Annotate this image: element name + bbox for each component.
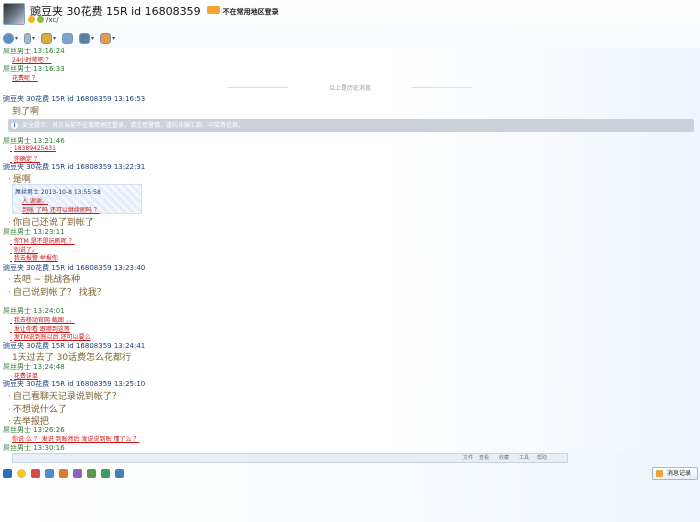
quote-text: 到账 了吗 还可以继续刷吗 ？ (22, 207, 100, 214)
send-file-button[interactable]: ▾ (41, 33, 56, 44)
menu-item-view[interactable]: 查看 (479, 454, 489, 462)
security-notice-text: 安全提示：对方当前不在常用地区登录，请注意警惕，谨防诈骗汇款、中奖等信息。 (22, 122, 245, 129)
quote-text: 人 谢谢。 (22, 198, 48, 205)
security-notice: i 安全提示：对方当前不在常用地区登录，请注意警惕，谨防诈骗汇款、中奖等信息。 (8, 119, 694, 132)
message-text: · 去吧 ~ 挑战各种 (8, 275, 81, 285)
history-icon (656, 470, 663, 477)
mic-icon (24, 33, 32, 44)
chevron-down-icon[interactable]: ▾ (91, 35, 94, 42)
window-title: 豌豆夹 30花费 15R id 16808359 不在常用地区登录 (30, 3, 279, 19)
window-header: 豌豆夹 30花费 15R id 16808359 不在常用地区登录 /xc/ ▾ … (0, 0, 700, 48)
message-text: · 18389425431 (10, 145, 56, 152)
main-toolbar: ▾ ▾ ▾ ▾ ▾ (3, 32, 121, 45)
folder-icon (41, 33, 53, 44)
music-icon[interactable] (101, 469, 110, 478)
avatar[interactable] (3, 3, 25, 25)
quote-header: 屌丝男士 2013-10-8 13:55:58 (15, 189, 101, 196)
message-text: 24小时帅吧 ？ (12, 57, 52, 64)
message-text: · 我去报警 举报你 (10, 255, 58, 262)
login-warning: 不在常用地区登录 (222, 8, 279, 16)
shake-icon[interactable] (31, 469, 40, 478)
message-header: 豌豆夹 30花费 15R id 16808359 13:25:10 (3, 380, 146, 388)
app-icon (79, 33, 91, 44)
mail-icon[interactable] (45, 469, 54, 478)
message-text: · 自己说到帐了？ 找我？ (8, 288, 106, 298)
vip-badge-icon (37, 16, 44, 23)
remote-assist-button[interactable] (62, 33, 74, 44)
signature-text: /xc/ (46, 16, 59, 24)
message-text: 花费呢 ？ (12, 75, 38, 82)
message-header: 豌豆夹 30花费 15R id 16808359 13:22:31 (3, 163, 146, 171)
video-call-button[interactable]: ▾ (3, 33, 18, 44)
menu-item-file[interactable]: 文件 (463, 454, 473, 462)
camera-icon (3, 33, 14, 44)
message-history-button[interactable]: 消息记录 (652, 467, 698, 480)
menu-item-help[interactable]: 帮助 (537, 454, 547, 462)
chevron-down-icon[interactable]: ▾ (112, 35, 115, 42)
chevron-down-icon[interactable]: ▾ (53, 35, 56, 42)
screen-share-icon (62, 33, 74, 44)
apps-button[interactable]: ▾ (100, 33, 115, 44)
message-text: 到了啊 (12, 107, 40, 117)
chevron-down-icon[interactable]: ▾ (32, 35, 35, 42)
message-text: 你说 么 ？ 发说 到账然后 发说说到账 懂了么 ？ (12, 436, 140, 443)
image-icon[interactable] (87, 469, 96, 478)
warning-icon (206, 6, 220, 14)
chat-history[interactable]: 屌丝男士 13:16:24 24小时帅吧 ？ 屌丝男士 13:16:33 花费呢… (0, 48, 700, 460)
note-icon[interactable] (59, 469, 68, 478)
message-header: 豌豆夹 30花费 15R id 16808359 13:16:53 (3, 95, 146, 103)
status-line: /xc/ (28, 16, 59, 24)
info-icon: i (11, 122, 18, 129)
edit-icon[interactable] (73, 469, 82, 478)
input-toolbar (3, 468, 129, 479)
message-text: · 发TM说到账以后 还可以要么 (10, 334, 91, 341)
app-button[interactable]: ▾ (79, 33, 94, 44)
menu-item-favorites[interactable]: 收藏 (499, 454, 509, 462)
message-history-label: 消息记录 (667, 470, 692, 477)
voice-call-button[interactable]: ▾ (24, 33, 35, 44)
mini-menu-bar: 文件 查看 收藏 工具 帮助 (12, 453, 568, 463)
menu-item-tools[interactable]: 工具 (519, 454, 529, 462)
message-text: · 自己看聊天记录说到帐了？ (8, 392, 121, 402)
message-text: · 你TM 是不是玩刷呢 ？ (10, 238, 75, 245)
message-text: · 我去移动官网 截图 ，， (10, 317, 75, 324)
screenshot-icon[interactable] (115, 469, 124, 478)
chevron-down-icon[interactable]: ▾ (15, 35, 18, 42)
level-badge-icon (28, 16, 35, 23)
emoji-icon[interactable] (17, 469, 26, 478)
history-divider: 以上是历史消息 (228, 83, 472, 92)
font-icon[interactable] (3, 469, 12, 478)
apps-grid-icon (100, 33, 112, 44)
